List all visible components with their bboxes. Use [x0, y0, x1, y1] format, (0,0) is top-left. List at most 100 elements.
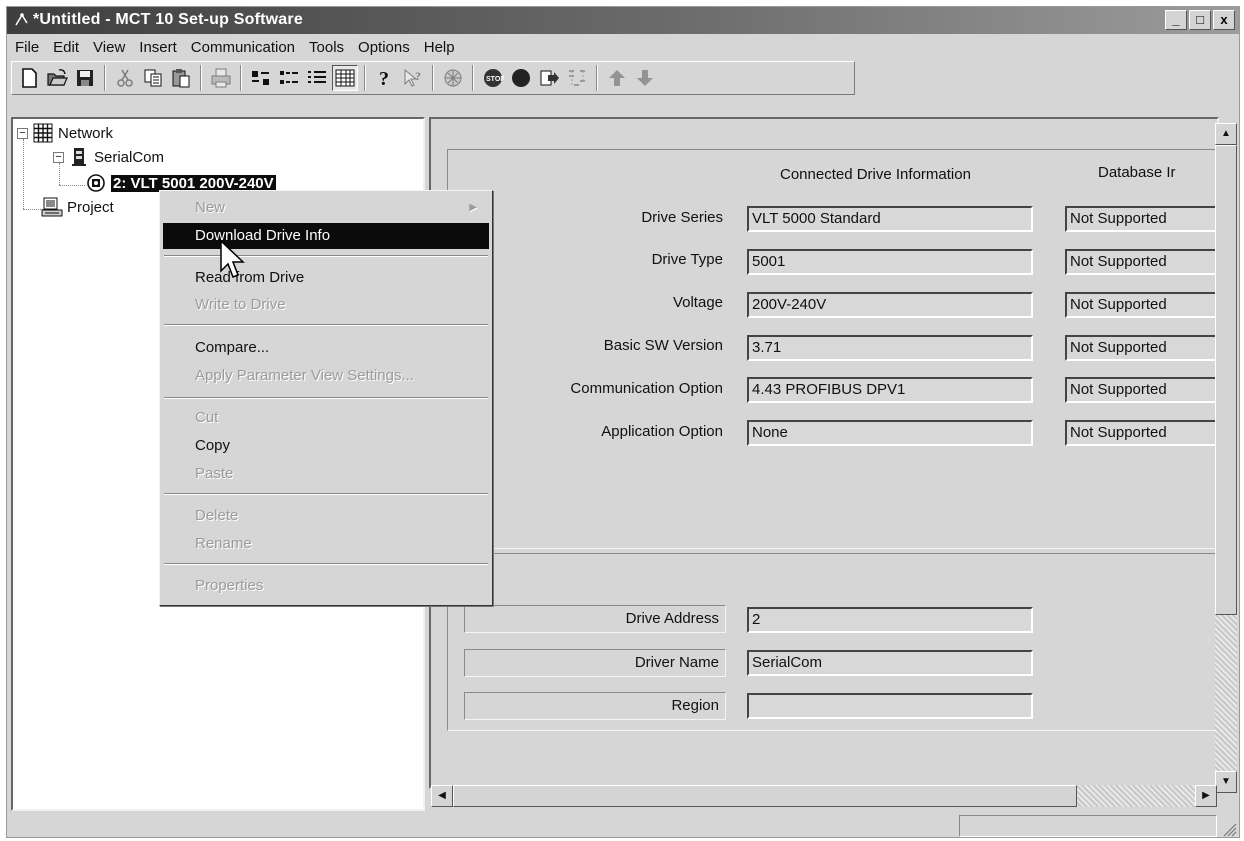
horizontal-scrollbar[interactable]: ◀ ▶ [431, 785, 1217, 807]
tree-item-label: Project [67, 198, 114, 216]
scan-button[interactable] [564, 65, 590, 91]
communication-option-value[interactable]: 4.43 PROFIBUS DPV1 [747, 377, 1033, 403]
context-menu-copy[interactable]: Copy [163, 433, 489, 459]
minimize-button[interactable]: _ [1165, 10, 1187, 30]
context-menu-paste[interactable]: Paste [163, 461, 489, 487]
horizontal-scroll-track[interactable] [1077, 785, 1195, 807]
details-icon [335, 69, 355, 87]
tree-item-project[interactable]: Project [41, 197, 114, 217]
menu-separator [164, 493, 488, 495]
tree-item-serialcom[interactable]: − SerialCom [53, 147, 164, 167]
paste-button[interactable] [168, 65, 194, 91]
title-bar[interactable]: *Untitled - MCT 10 Set-up Software _ □ x [7, 7, 1239, 34]
scroll-down-button[interactable]: ▼ [1215, 771, 1237, 793]
new-button[interactable] [16, 65, 42, 91]
help-button[interactable]: ? [372, 65, 398, 91]
context-menu-download-drive-info[interactable]: Download Drive Info [163, 223, 489, 249]
svg-text:?: ? [415, 69, 421, 83]
cut-button[interactable] [112, 65, 138, 91]
record-button[interactable] [508, 65, 534, 91]
network-icon [444, 69, 462, 87]
toolbar-separator [432, 65, 434, 91]
context-help-icon: ? [404, 68, 421, 87]
submenu-arrow-icon: ▶ [469, 202, 477, 213]
open-button[interactable] [44, 65, 70, 91]
application-option-database[interactable]: Not Supported [1065, 420, 1219, 446]
download-icon [540, 70, 559, 86]
drive-address-field[interactable]: 2 [747, 607, 1033, 633]
context-menu-rename[interactable]: Rename [163, 531, 489, 557]
menu-separator [164, 397, 488, 399]
menu-communication[interactable]: Communication [183, 39, 301, 56]
menu-tools[interactable]: Tools [301, 39, 350, 56]
large-icons-button[interactable] [248, 65, 274, 91]
vertical-scroll-track[interactable] [1215, 615, 1237, 771]
drive-type-value[interactable]: 5001 [747, 249, 1033, 275]
application-option-value[interactable]: None [747, 420, 1033, 446]
communication-option-database[interactable]: Not Supported [1065, 377, 1219, 403]
context-menu-write-to-drive[interactable]: Write to Drive [163, 292, 489, 318]
connected-info-header: Connected Drive Information [780, 166, 971, 183]
move-up-button[interactable] [604, 65, 630, 91]
context-menu-cut[interactable]: Cut [163, 405, 489, 431]
basic-sw-version-database[interactable]: Not Supported [1065, 335, 1219, 361]
print-icon [211, 68, 231, 88]
voltage-value[interactable]: 200V-240V [747, 292, 1033, 318]
project-icon [41, 197, 63, 217]
context-menu-delete[interactable]: Delete [163, 503, 489, 529]
context-menu-apply-parameter-view-settings[interactable]: Apply Parameter View Settings... [163, 363, 489, 389]
small-icons-button[interactable] [276, 65, 302, 91]
scan-icon [569, 70, 585, 86]
list-button[interactable] [304, 65, 330, 91]
scroll-right-button[interactable]: ▶ [1195, 785, 1217, 807]
menu-help[interactable]: Help [416, 39, 461, 56]
context-menu-compare[interactable]: Compare... [163, 335, 489, 361]
scroll-up-button[interactable]: ▲ [1215, 123, 1237, 145]
context-menu-read-from-drive[interactable]: Read from Drive [163, 265, 489, 291]
stop-button[interactable]: STOP [480, 65, 506, 91]
drive-series-value[interactable]: VLT 5000 Standard [747, 206, 1033, 232]
arrow-down-icon [637, 70, 653, 86]
print-button[interactable] [208, 65, 234, 91]
collapse-toggle[interactable]: − [53, 151, 64, 163]
menu-options[interactable]: Options [350, 39, 416, 56]
menu-file[interactable]: File [7, 39, 45, 56]
driver-name-field[interactable]: SerialCom [747, 650, 1033, 676]
network-button[interactable] [440, 65, 466, 91]
drive-series-database[interactable]: Not Supported [1065, 206, 1219, 232]
voltage-database[interactable]: Not Supported [1065, 292, 1219, 318]
menu-view[interactable]: View [85, 39, 131, 56]
context-help-button[interactable]: ? [400, 65, 426, 91]
move-down-button[interactable] [632, 65, 658, 91]
save-button[interactable] [72, 65, 98, 91]
region-field[interactable] [747, 693, 1033, 719]
menu-insert[interactable]: Insert [131, 39, 183, 56]
close-button[interactable]: x [1213, 10, 1235, 30]
maximize-button[interactable]: □ [1189, 10, 1211, 30]
menu-edit[interactable]: Edit [45, 39, 85, 56]
tree-item-label-selected: 2: VLT 5001 200V-240V [111, 174, 276, 192]
vertical-scroll-thumb[interactable] [1215, 145, 1237, 615]
menu-separator [164, 563, 488, 565]
tree-item-label: SerialCom [94, 148, 165, 166]
toolbar-separator [200, 65, 202, 91]
context-menu-new[interactable]: New ▶ [163, 195, 489, 221]
vertical-scrollbar[interactable]: ▲ ▼ [1215, 123, 1237, 793]
horizontal-scroll-thumb[interactable] [453, 785, 1077, 807]
database-info-header: Database Ir [1098, 164, 1176, 181]
scroll-left-button[interactable]: ◀ [431, 785, 453, 807]
scroll-left-icon: ◀ [438, 790, 446, 801]
drive-type-database[interactable]: Not Supported [1065, 249, 1219, 275]
download-button[interactable] [536, 65, 562, 91]
resize-grip-icon[interactable] [1221, 821, 1237, 837]
tree-item-network[interactable]: − Network [17, 123, 113, 143]
context-menu-properties[interactable]: Properties [163, 573, 489, 599]
details-button[interactable] [332, 65, 358, 91]
collapse-toggle[interactable]: − [17, 127, 28, 139]
copy-icon [144, 69, 162, 87]
paste-icon [172, 69, 190, 88]
cut-icon [117, 69, 133, 87]
copy-button[interactable] [140, 65, 166, 91]
region-label: Region [464, 692, 726, 720]
basic-sw-version-value[interactable]: 3.71 [747, 335, 1033, 361]
